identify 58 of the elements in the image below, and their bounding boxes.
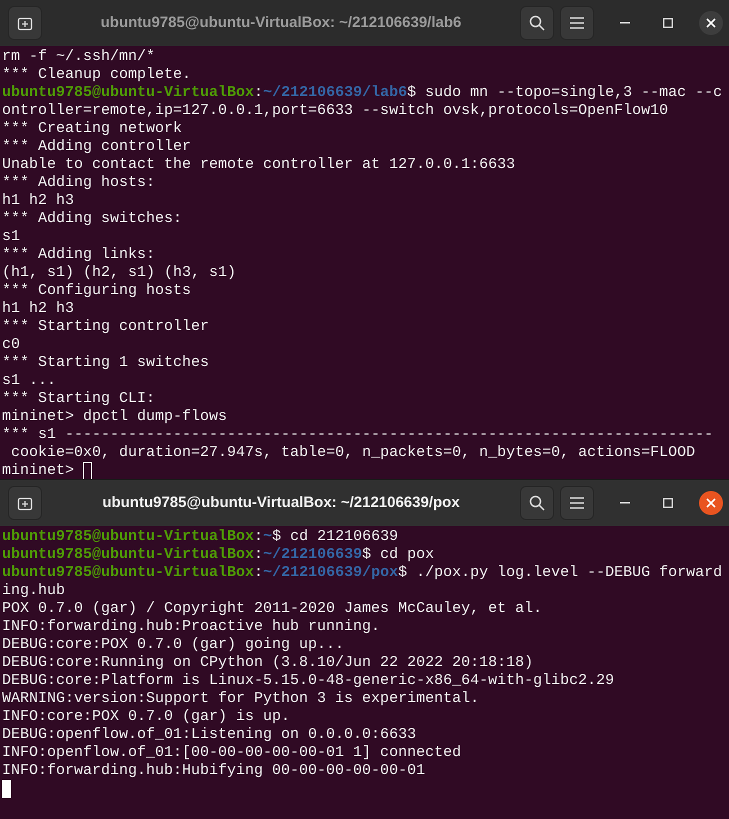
- close-icon: [706, 498, 716, 508]
- output-line: *** Starting controller: [2, 318, 210, 336]
- output-line: mininet> dpctl dump-flows: [2, 408, 228, 426]
- output-line: WARNING:version:Support for Python 3 is experimental.: [2, 690, 480, 708]
- search-button[interactable]: [520, 486, 554, 520]
- search-button[interactable]: [520, 6, 554, 40]
- output-line: h1 h2 h3: [2, 300, 76, 318]
- minimize-icon: [620, 502, 630, 504]
- output-line: c0: [2, 336, 22, 354]
- output-line: DEBUG:core:POX 0.7.0 (gar) going up...: [2, 636, 346, 654]
- output-line: *** s1 ------------------------------------------------------------------------: [2, 426, 714, 444]
- new-tab-button[interactable]: [8, 6, 42, 40]
- window-title: ubuntu9785@ubuntu-VirtualBox: ~/212106639/lab6: [100, 12, 462, 33]
- output-line: h1 h2 h3: [2, 192, 76, 210]
- output-line: *** Cleanup complete.: [2, 66, 192, 84]
- close-button[interactable]: [699, 491, 723, 515]
- output-line: *** Starting CLI:: [2, 390, 156, 408]
- search-icon: [529, 15, 545, 31]
- output-line: s1 ...: [2, 372, 58, 390]
- output-line: cookie=0x0, duration=27.947s, table=0, n_packets=0, n_bytes=0, actions=FLOOD: [10, 444, 696, 462]
- new-tab-icon: [17, 495, 33, 511]
- close-button[interactable]: [699, 11, 723, 35]
- menu-icon: [570, 497, 584, 509]
- search-icon: [529, 495, 545, 511]
- output-line: *** Adding links:: [2, 246, 156, 264]
- output-line: DEBUG:core:Platform is Linux-5.15.0-48-generic-x86_64-with-glibc2.29: [2, 672, 616, 690]
- prompt-line: ubuntu9785@ubuntu-VirtualBox:~$ cd 212106639: [2, 528, 400, 546]
- new-tab-button[interactable]: [8, 486, 42, 520]
- output-line: *** Adding controller: [2, 138, 192, 156]
- output-line: INFO:openflow.of_01:[00-00-00-00-00-01 1] connected: [2, 744, 462, 762]
- menu-icon: [570, 17, 584, 29]
- prompt-line: ubuntu9785@ubuntu-VirtualBox:~/212106639/lab6$ sudo mn --topo=single,3 --mac --controller=remote,ip=127.0.0.1,port=6633 --switch ovsk,protocols=OpenFlow10: [2, 84, 724, 120]
- output-line: *** Creating network: [2, 120, 184, 138]
- window-title: ubuntu9785@ubuntu-VirtualBox: ~/212106639/pox: [101, 492, 461, 513]
- output-line: Unable to contact the remote controller at 127.0.0.1:6633: [2, 156, 516, 174]
- maximize-icon: [663, 18, 673, 28]
- output-line: *** Starting 1 switches: [2, 354, 210, 372]
- prompt-line: ubuntu9785@ubuntu-VirtualBox:~/212106639$ cd pox: [2, 546, 436, 564]
- output-line: s1: [2, 228, 22, 246]
- prompt-line: ubuntu9785@ubuntu-VirtualBox:~/212106639/pox$ ./pox.py log.level --DEBUG forwarding.hub: [2, 564, 724, 600]
- new-tab-icon: [17, 15, 33, 31]
- output-line: rm -f ~/.ssh/mn/*: [2, 48, 156, 66]
- output-line: *** Configuring hosts: [2, 282, 192, 300]
- output-line: INFO:core:POX 0.7.0 (gar) is up.: [2, 708, 292, 726]
- output-line: *** Adding hosts:: [2, 174, 156, 192]
- menu-button[interactable]: [560, 486, 594, 520]
- output-line: INFO:forwarding.hub:Hubifying 00-00-00-00-00-01: [2, 762, 426, 780]
- minimize-icon: [620, 22, 630, 24]
- output-line: DEBUG:core:Running on CPython (3.8.10/Jun 22 2022 20:18:18): [2, 654, 534, 672]
- close-icon: [706, 18, 716, 28]
- output-line: POX 0.7.0 (gar) / Copyright 2011-2020 James McCauley, et al.: [2, 600, 544, 618]
- output-line: DEBUG:openflow.of_01:Listening on 0.0.0.0:6633: [2, 726, 418, 744]
- output-line: (h1, s1) (h2, s1) (h3, s1): [2, 264, 238, 282]
- output-line: *** Adding switches:: [2, 210, 184, 228]
- maximize-icon: [663, 498, 673, 508]
- prompt-text: mininet>: [2, 462, 76, 479]
- output-line: INFO:forwarding.hub:Proactive hub running.: [2, 618, 382, 636]
- menu-button[interactable]: [560, 6, 594, 40]
